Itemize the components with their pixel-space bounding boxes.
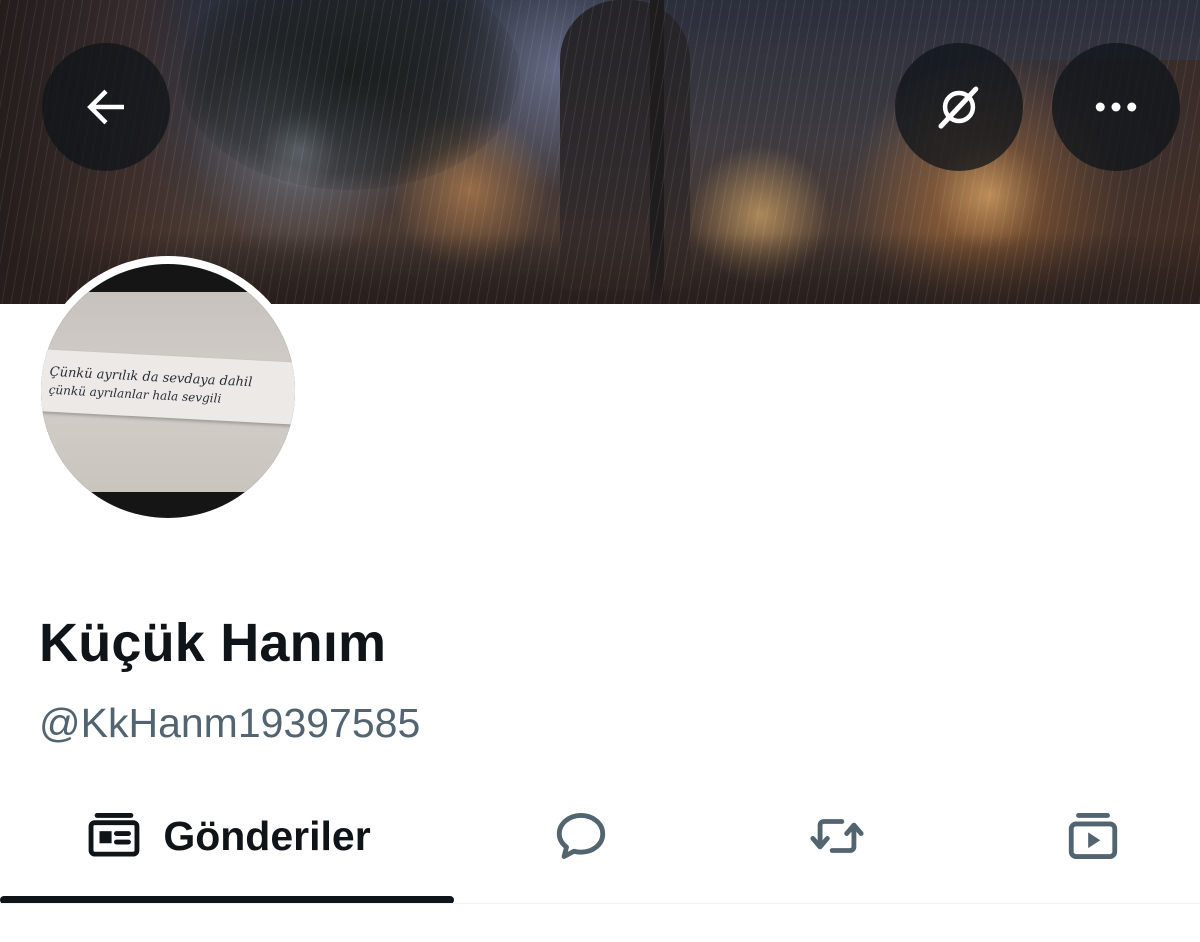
- tab-replies[interactable]: [456, 770, 706, 902]
- tab-posts[interactable]: Gönderiler: [0, 770, 456, 902]
- user-handle: @KkHanm19397585: [39, 700, 421, 746]
- profile-tabs: Gönderiler: [0, 770, 1200, 906]
- tab-posts-label: Gönderiler: [163, 812, 371, 859]
- display-name: Küçük Hanım: [39, 613, 387, 673]
- tabs-divider: [0, 903, 1200, 904]
- tab-media[interactable]: [968, 770, 1200, 902]
- tab-reposts[interactable]: [712, 770, 962, 902]
- reposts-icon: [810, 819, 864, 853]
- replies-icon: [556, 813, 606, 859]
- more-options-button[interactable]: [1052, 43, 1180, 171]
- grok-button[interactable]: [895, 43, 1023, 171]
- media-icon: [1068, 813, 1118, 859]
- posts-icon: [88, 813, 140, 857]
- arrow-left-icon: [87, 89, 124, 125]
- profile-avatar[interactable]: Çünkü ayrılık da sevdaya dahil çünkü ayr…: [33, 256, 303, 526]
- avatar-photo: Çünkü ayrılık da sevdaya dahil çünkü ayr…: [41, 264, 295, 518]
- more-horizontal-icon: [1095, 102, 1137, 112]
- grok-icon: [938, 86, 979, 129]
- back-button[interactable]: [42, 43, 170, 171]
